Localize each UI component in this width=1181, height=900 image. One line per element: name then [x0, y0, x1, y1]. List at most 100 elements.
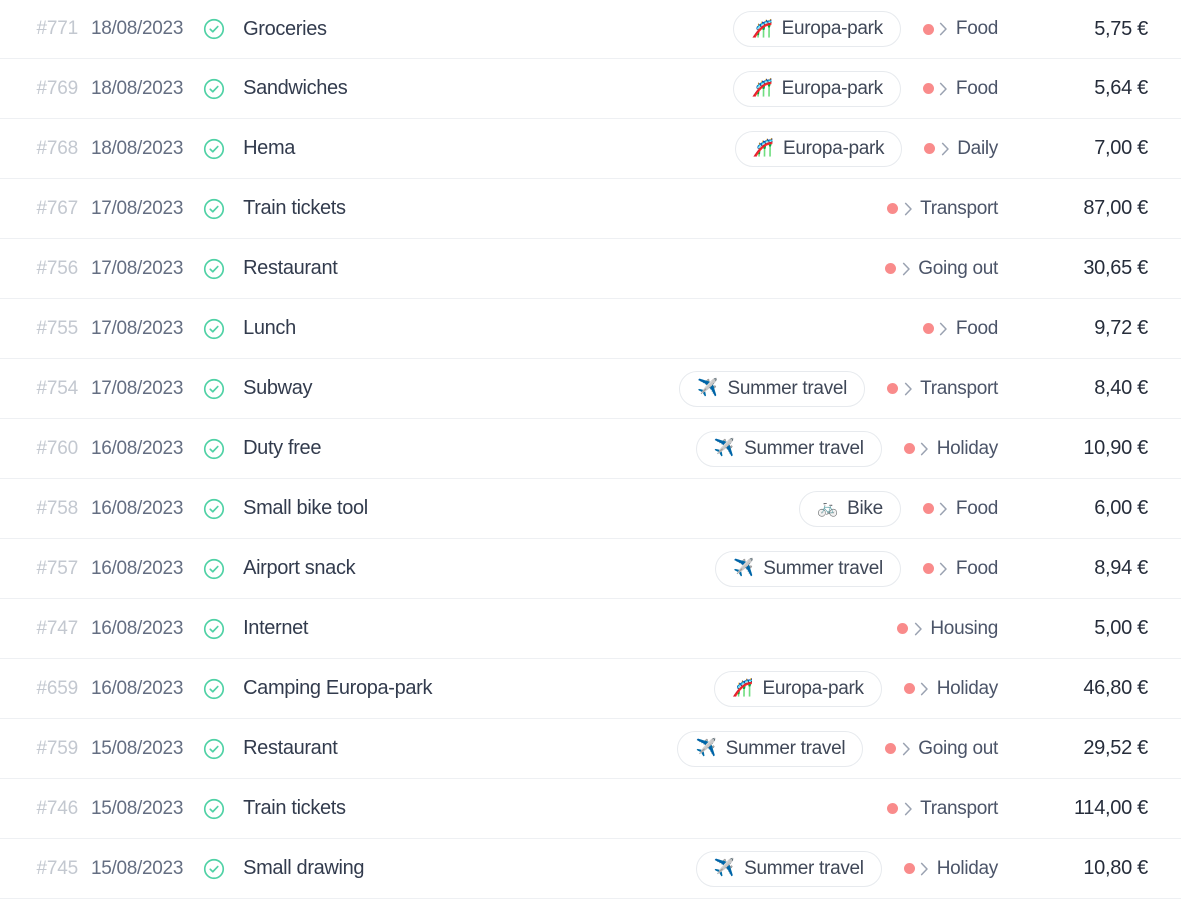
category-label[interactable]: Going out	[863, 258, 998, 280]
transaction-meta: Going out	[863, 258, 998, 280]
table-row[interactable]: #745 15/08/2023 Small drawing ✈️ Summer trav…	[0, 839, 1181, 899]
tag-chip[interactable]: ✈️ Summer travel	[695, 850, 882, 887]
table-row[interactable]: #760 16/08/2023 Duty free ✈️ Summer travel Ho…	[0, 419, 1181, 479]
bicycle-icon: 🚲	[816, 498, 839, 518]
table-row[interactable]: #758 16/08/2023 Small bike tool 🚲 Bike Food 6,…	[0, 479, 1181, 539]
category-color-dot	[903, 683, 915, 694]
transaction-meta: 🚲 Bike Food	[798, 490, 998, 527]
airplane-icon: ✈️	[733, 558, 755, 578]
tag-chip[interactable]: ✈️ Summer travel	[677, 730, 864, 767]
tag-chip[interactable]: ✈️ Summer travel	[679, 370, 866, 407]
status-badge[interactable]	[183, 738, 225, 760]
transaction-id: #758	[36, 497, 79, 519]
status-badge[interactable]	[183, 858, 225, 880]
category-label[interactable]: Food	[901, 318, 998, 340]
status-badge[interactable]	[183, 498, 225, 520]
table-row[interactable]: #769 18/08/2023 Sandwiches 🎢 Europa-park Food…	[0, 59, 1181, 119]
transaction-description: Restaurant	[243, 257, 338, 279]
transaction-date: 16/08/2023	[91, 497, 184, 519]
status-badge[interactable]	[183, 678, 225, 700]
airplane-icon: ✈️	[713, 438, 736, 458]
rollercoaster-icon: 🎢	[751, 18, 773, 39]
status-badge[interactable]	[183, 618, 225, 640]
category-name: Food	[955, 18, 998, 39]
transaction-date: 18/08/2023	[91, 137, 184, 159]
transaction-description: Hema	[243, 137, 296, 159]
table-row[interactable]: #756 17/08/2023 Restaurant Going out 30,65 €	[0, 239, 1181, 299]
tag-chip[interactable]: 🚲 Bike	[798, 490, 901, 527]
category-name: Food	[955, 77, 998, 99]
transaction-meta: ✈️ Summer travel Going out	[677, 730, 998, 767]
transaction-date: 16/08/2023	[91, 677, 184, 699]
status-badge[interactable]	[183, 378, 225, 400]
category-label[interactable]: Daily	[902, 138, 998, 160]
transaction-date: 17/08/2023	[91, 197, 184, 219]
transaction-amount: 10,90 €	[1083, 437, 1148, 459]
transaction-id: #759	[36, 737, 79, 759]
airplane-icon: ✈️	[697, 378, 719, 398]
category-label[interactable]: Food	[901, 558, 998, 580]
status-badge[interactable]	[183, 198, 225, 220]
category-label[interactable]: Housing	[875, 618, 998, 640]
category-label[interactable]: Transport	[865, 798, 998, 820]
status-badge[interactable]	[183, 18, 225, 40]
category-label[interactable]: Food	[901, 78, 998, 100]
table-row[interactable]: #759 15/08/2023 Restaurant ✈️ Summer travel G…	[0, 719, 1181, 779]
category-label[interactable]: Holiday	[882, 438, 998, 460]
table-row[interactable]: #768 18/08/2023 Hema 🎢 Europa-park Daily 7,00 …	[0, 119, 1181, 179]
category-label[interactable]: Food	[901, 498, 998, 520]
tag-label: Europa-park	[781, 18, 884, 39]
status-badge[interactable]	[183, 438, 225, 460]
transaction-meta: ✈️ Summer travel Transport	[679, 370, 998, 407]
tag-chip[interactable]: 🎢 Europa-park	[733, 11, 901, 47]
table-row[interactable]: #659 16/08/2023 Camping Europa-park 🎢 Europa…	[0, 659, 1181, 719]
category-label[interactable]: Transport	[865, 198, 998, 220]
transactions-table: #771 18/08/2023 Groceries 🎢 Europa-park Food 5…	[0, 0, 1181, 899]
check-circle-icon	[203, 618, 225, 640]
category-label[interactable]: Holiday	[882, 858, 998, 880]
category-label[interactable]: Transport	[865, 378, 998, 400]
category-color-dot	[887, 203, 899, 214]
tag-label: Summer travel	[744, 437, 864, 459]
transaction-description: Lunch	[243, 317, 296, 339]
status-badge[interactable]	[183, 558, 225, 580]
category-color-dot	[897, 623, 909, 634]
category-label[interactable]: Holiday	[882, 678, 998, 700]
status-badge[interactable]	[183, 318, 225, 340]
table-row[interactable]: #767 17/08/2023 Train tickets Transport 87,0…	[0, 179, 1181, 239]
status-badge[interactable]	[183, 798, 225, 820]
table-row[interactable]: #747 16/08/2023 Internet Housing 5,00 €	[0, 599, 1181, 659]
chevron-right-icon	[898, 802, 918, 816]
category-name: Holiday	[936, 437, 999, 459]
table-row[interactable]: #754 17/08/2023 Subway ✈️ Summer travel Trans…	[0, 359, 1181, 419]
transaction-meta: ✈️ Summer travel Holiday	[695, 850, 998, 887]
chevron-right-icon	[915, 442, 935, 456]
transaction-description: Sandwiches	[243, 77, 348, 99]
category-label[interactable]: Food	[901, 18, 998, 40]
tag-chip[interactable]: 🎢 Europa-park	[714, 670, 882, 707]
tag-chip[interactable]: ✈️ Summer travel	[695, 430, 882, 467]
chevron-right-icon	[934, 82, 954, 96]
transaction-meta: ✈️ Summer travel Food	[715, 550, 998, 587]
chevron-right-icon	[915, 862, 935, 876]
transaction-description: Small bike tool	[243, 497, 368, 519]
status-badge[interactable]	[183, 138, 225, 160]
tag-chip[interactable]: 🎢 Europa-park	[734, 130, 903, 167]
status-badge[interactable]	[183, 258, 225, 280]
table-row[interactable]: #746 15/08/2023 Train tickets Transport 114,…	[0, 779, 1181, 839]
transaction-meta: Transport	[865, 198, 998, 220]
status-badge[interactable]	[183, 78, 225, 100]
category-color-dot	[922, 323, 934, 334]
category-label[interactable]: Going out	[863, 738, 998, 760]
table-row[interactable]: #757 16/08/2023 Airport snack ✈️ Summer trav…	[0, 539, 1181, 599]
transaction-amount: 8,40 €	[1094, 377, 1148, 399]
rollercoaster-icon: 🎢	[732, 678, 754, 698]
tag-chip[interactable]: ✈️ Summer travel	[715, 550, 901, 587]
table-row[interactable]: #771 18/08/2023 Groceries 🎢 Europa-park Food 5…	[0, 0, 1181, 59]
tag-chip[interactable]: 🎢 Europa-park	[733, 70, 901, 107]
table-row[interactable]: #755 17/08/2023 Lunch Food 9,72 €	[0, 299, 1181, 359]
chevron-right-icon	[896, 262, 916, 276]
category-color-dot	[922, 83, 934, 94]
transaction-amount: 5,00 €	[1094, 617, 1148, 639]
chevron-right-icon	[908, 622, 928, 636]
